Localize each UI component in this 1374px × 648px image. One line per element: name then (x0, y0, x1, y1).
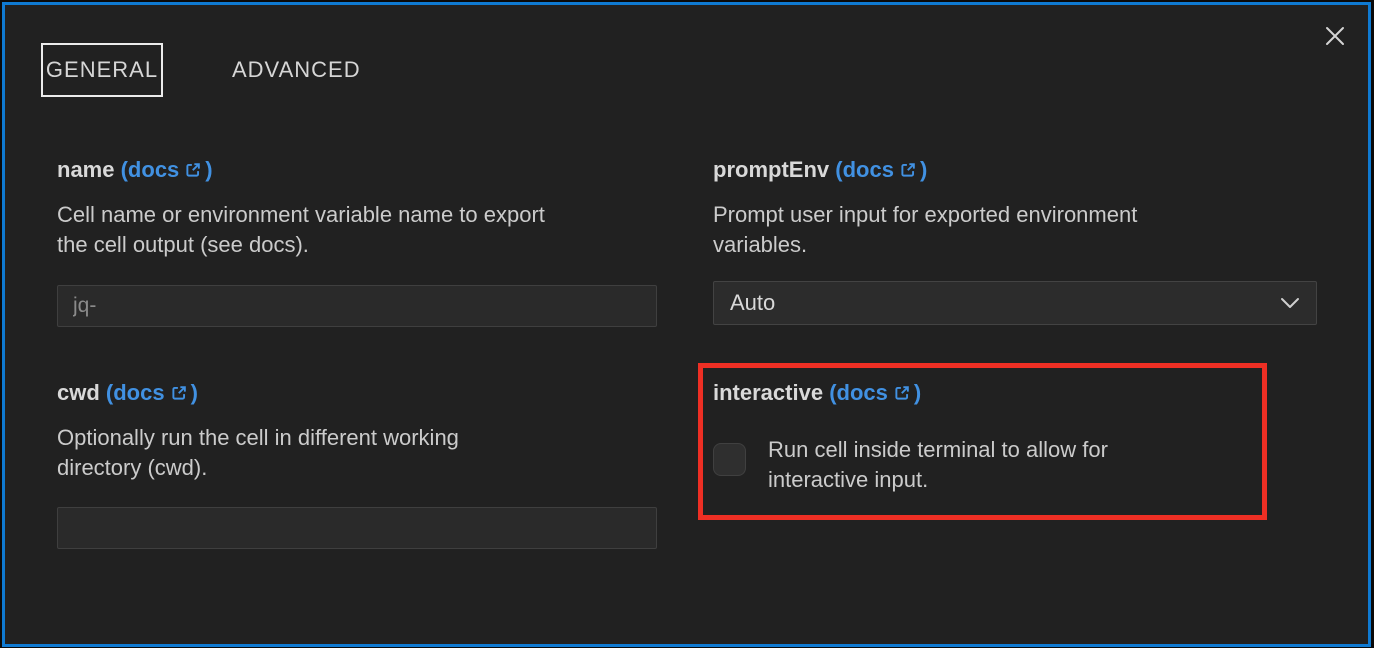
description-line: Optionally run the cell in different wor… (57, 423, 657, 453)
docs-link-text: (docs (106, 380, 165, 405)
docs-link-close: ) (205, 157, 212, 182)
field-interactive-docs-link[interactable]: (docs) (829, 380, 921, 405)
field-promptenv-description: Prompt user input for exported environme… (713, 200, 1317, 260)
docs-link-close: ) (920, 157, 927, 182)
field-name-label-row: name (docs) (57, 155, 657, 185)
field-cwd-label-row: cwd (docs) (57, 378, 657, 408)
field-name-label: name (57, 157, 114, 182)
field-promptenv-label: promptEnv (713, 157, 829, 182)
docs-link-text: (docs (829, 380, 888, 405)
name-input[interactable] (57, 285, 657, 327)
docs-link-text: (docs (835, 157, 894, 182)
checkbox-label-line: interactive input. (768, 465, 1108, 495)
description-line: variables. (713, 230, 1317, 260)
docs-link-close: ) (191, 380, 198, 405)
description-line: directory (cwd). (57, 453, 657, 483)
cwd-input[interactable] (57, 507, 657, 549)
description-line: Cell name or environment variable name t… (57, 200, 657, 230)
description-line: Prompt user input for exported environme… (713, 200, 1317, 230)
description-line: the cell output (see docs). (57, 230, 657, 260)
field-promptenv-label-row: promptEnv (docs) (713, 155, 1317, 185)
field-interactive-label: interactive (713, 380, 823, 405)
cell-configuration-dialog: GENERAL ADVANCED name (docs) Cell name o… (2, 2, 1371, 647)
field-cwd-description: Optionally run the cell in different wor… (57, 423, 657, 483)
chevron-down-icon (1280, 297, 1300, 309)
promptenv-selected-value: Auto (730, 290, 775, 316)
external-link-icon (893, 384, 911, 402)
field-cwd-label: cwd (57, 380, 100, 405)
close-icon (1323, 24, 1347, 48)
field-name: name (docs) Cell name or environment var… (57, 155, 657, 327)
interactive-checkbox-label: Run cell inside terminal to allow for in… (768, 435, 1108, 495)
external-link-icon (899, 161, 917, 179)
tab-advanced[interactable]: ADVANCED (230, 43, 363, 97)
tab-bar: GENERAL ADVANCED (41, 43, 363, 97)
interactive-checkbox-row: Run cell inside terminal to allow for in… (713, 435, 1317, 495)
field-promptenv: promptEnv (docs) Prompt user input for e… (713, 155, 1317, 325)
checkbox-label-line: Run cell inside terminal to allow for (768, 435, 1108, 465)
field-name-description: Cell name or environment variable name t… (57, 200, 657, 260)
field-cwd-docs-link[interactable]: (docs) (106, 380, 198, 405)
external-link-icon (184, 161, 202, 179)
field-cwd: cwd (docs) Optionally run the cell in di… (57, 378, 657, 549)
promptenv-select[interactable]: Auto (713, 281, 1317, 325)
docs-link-close: ) (914, 380, 921, 405)
interactive-checkbox[interactable] (713, 443, 746, 476)
modal-overlay: GENERAL ADVANCED name (docs) Cell name o… (0, 0, 1374, 648)
field-promptenv-docs-link[interactable]: (docs) (835, 157, 927, 182)
external-link-icon (170, 384, 188, 402)
tab-general[interactable]: GENERAL (41, 43, 163, 97)
close-button[interactable] (1320, 21, 1350, 51)
field-interactive: interactive (docs) Run cell inside termi… (713, 378, 1317, 495)
field-name-docs-link[interactable]: (docs) (121, 157, 213, 182)
field-interactive-label-row: interactive (docs) (713, 378, 1317, 408)
docs-link-text: (docs (121, 157, 180, 182)
